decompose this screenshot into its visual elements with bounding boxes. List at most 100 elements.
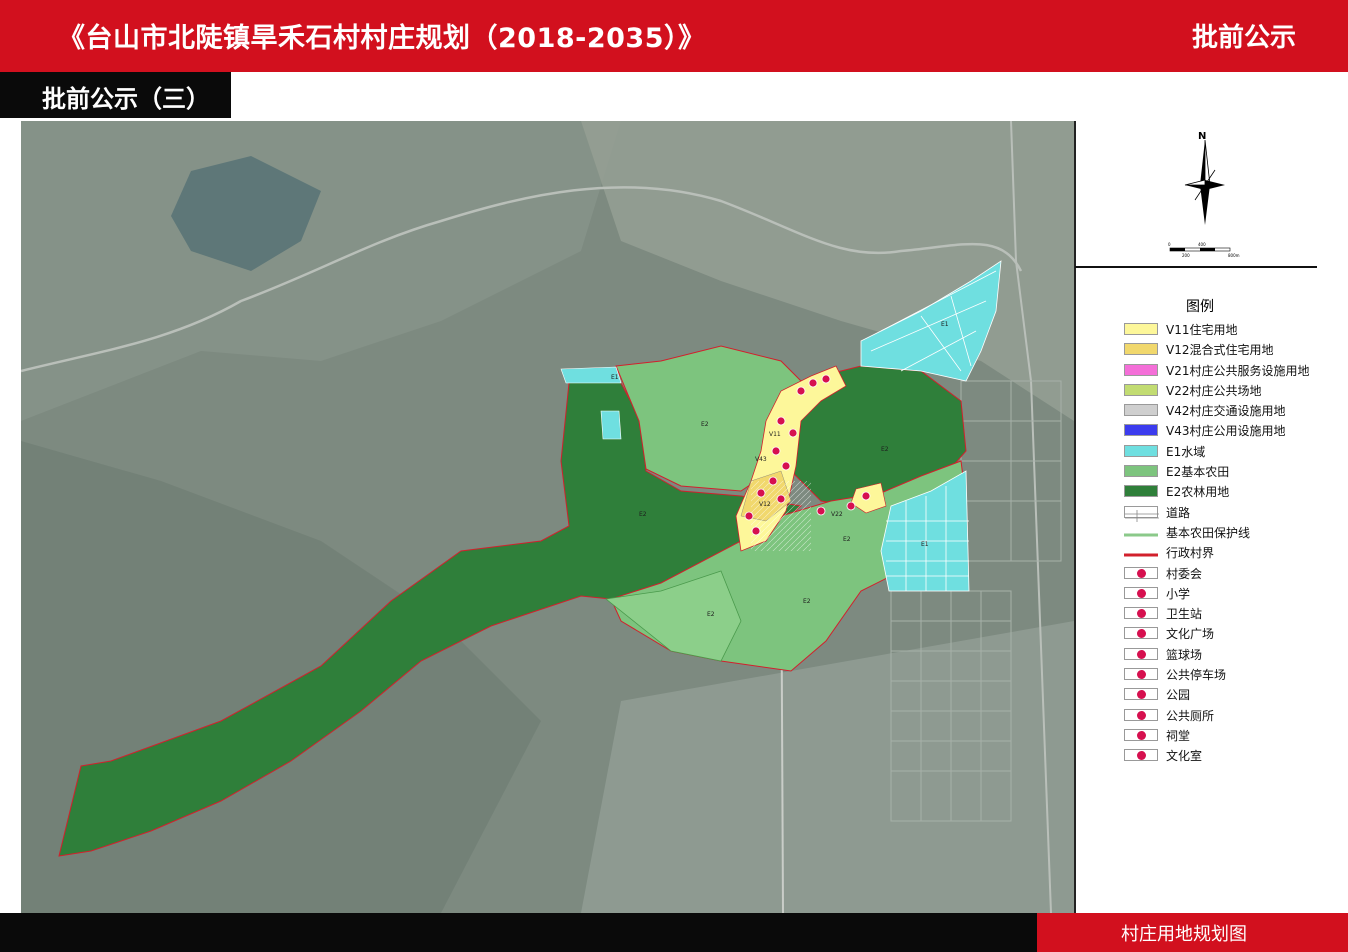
legend-item: 公共厕所 xyxy=(1124,706,1334,726)
map-border xyxy=(1074,121,1076,913)
symbol-swatch xyxy=(1124,566,1158,579)
symbol-swatch xyxy=(1124,708,1158,721)
legend-swatch xyxy=(1124,424,1158,437)
north-arrow-icon xyxy=(1184,139,1225,225)
scale-label: 200 xyxy=(1182,253,1190,258)
legend-label: V21村庄公共服务设施用地 xyxy=(1166,363,1310,378)
legend-item: V42村庄交通设施用地 xyxy=(1124,401,1334,421)
facility-symbol-icon xyxy=(1137,690,1146,700)
legend-title: 图例 xyxy=(1186,299,1214,315)
zone-label: E2 xyxy=(639,511,647,518)
legend-label: 篮球场 xyxy=(1166,647,1203,662)
legend-label: 公共厕所 xyxy=(1166,708,1215,723)
facility-symbol-icon xyxy=(1137,609,1146,619)
footer-title-box: 村庄用地规划图 xyxy=(1037,913,1348,952)
facility-symbol-icon xyxy=(1137,730,1146,740)
facility-symbol-icon xyxy=(1137,568,1146,578)
scale-label: 0 xyxy=(1168,242,1171,247)
legend-item: V43村庄公用设施用地 xyxy=(1124,421,1334,441)
legend-swatch xyxy=(1124,485,1158,498)
legend-item: E1水域 xyxy=(1124,442,1334,462)
legend-item: 公园 xyxy=(1124,685,1334,705)
legend-label: 基本农田保护线 xyxy=(1166,525,1251,540)
zone-label: E2 xyxy=(707,611,715,618)
road-swatch-icon xyxy=(1124,505,1159,522)
legend-label: V42村庄交通设施用地 xyxy=(1166,404,1286,419)
symbol-swatch xyxy=(1124,749,1158,762)
legend-label: E2农林用地 xyxy=(1166,485,1230,500)
legend-divider xyxy=(1075,266,1317,268)
legend-label: 行政村界 xyxy=(1166,546,1215,561)
symbol-swatch xyxy=(1124,607,1158,620)
legend: V11住宅用地 V12混合式住宅用地 V21村庄公共服务设施用地 V22村庄公共场地 V… xyxy=(1124,320,1334,767)
north-label: N xyxy=(1198,131,1207,142)
legend-item: V21村庄公共服务设施用地 xyxy=(1124,361,1334,381)
scale-label: 800m xyxy=(1228,253,1240,258)
legend-item: 篮球场 xyxy=(1124,645,1334,665)
symbol-swatch xyxy=(1124,586,1158,599)
symbol-swatch xyxy=(1124,728,1158,741)
legend-item: 村委会 xyxy=(1124,564,1334,584)
zone-label: E2 xyxy=(803,598,811,605)
zone-label: E2 xyxy=(843,536,851,543)
facility-symbol-icon xyxy=(1137,629,1146,639)
symbol-swatch xyxy=(1124,688,1158,701)
legend-swatch xyxy=(1124,363,1158,376)
legend-item: 卫生站 xyxy=(1124,604,1334,624)
line-swatch-icon xyxy=(1124,546,1158,558)
legend-label: 公共停车场 xyxy=(1166,668,1227,683)
legend-label: 卫生站 xyxy=(1166,607,1203,622)
legend-label: V22村庄公共场地 xyxy=(1166,383,1262,398)
footer-bar xyxy=(0,913,1037,952)
legend-label: E2基本农田 xyxy=(1166,465,1230,480)
legend-item: 祠堂 xyxy=(1124,726,1334,746)
legend-item: 基本农田保护线 xyxy=(1124,523,1334,543)
zone-label: E2 xyxy=(701,421,709,428)
legend-swatch xyxy=(1124,444,1158,457)
legend-swatch xyxy=(1124,465,1158,478)
zone-label: V43 xyxy=(755,456,767,463)
zone-label: V11 xyxy=(769,431,781,438)
symbol-swatch xyxy=(1124,627,1158,640)
legend-label: 文化广场 xyxy=(1166,627,1215,642)
legend-label: 公园 xyxy=(1166,688,1191,703)
scale-label: 400 xyxy=(1198,242,1206,247)
document-title: 《台山市北陡镇旱禾石村村庄规划（2018-2035）》 xyxy=(58,23,706,54)
legend-label: 小学 xyxy=(1166,586,1191,601)
legend-label: 道路 xyxy=(1166,505,1191,520)
legend-label: 祠堂 xyxy=(1166,728,1191,743)
legend-item: E2农林用地 xyxy=(1124,482,1334,502)
status-label: 批前公示 xyxy=(1191,23,1296,53)
legend-swatch xyxy=(1124,343,1158,356)
map-svg: E1 E2 E2 E2 E2 E2 E2 E1 E1 V11 V12 V22 V… xyxy=(21,121,1074,913)
facility-symbol-icon xyxy=(1137,588,1146,598)
facility-symbol-icon xyxy=(1137,649,1146,659)
legend-label: 村委会 xyxy=(1166,566,1203,581)
zone-label: E1 xyxy=(941,321,949,328)
legend-label: V43村庄公用设施用地 xyxy=(1166,424,1286,439)
legend-label: V12混合式住宅用地 xyxy=(1166,343,1274,358)
legend-item: V12混合式住宅用地 xyxy=(1124,340,1334,360)
land-use-map[interactable]: E1 E2 E2 E2 E2 E2 E2 E1 E1 V11 V12 V22 V… xyxy=(21,121,1074,913)
legend-item: 小学 xyxy=(1124,584,1334,604)
facility-symbol-icon xyxy=(1137,751,1146,761)
zone-label: E2 xyxy=(881,446,889,453)
legend-swatch xyxy=(1124,323,1158,335)
facility-symbol-icon xyxy=(1137,670,1146,680)
zone-label: V22 xyxy=(831,511,843,518)
symbol-swatch xyxy=(1124,668,1158,681)
legend-item: V22村庄公共场地 xyxy=(1124,381,1334,401)
legend-item: V11住宅用地 xyxy=(1124,320,1334,340)
section-tab: 批前公示（三） xyxy=(0,72,231,118)
zone-label: V12 xyxy=(759,501,771,508)
scale-bar: 0 400 200 800m xyxy=(1168,242,1240,258)
zone-label: E1 xyxy=(611,374,619,381)
legend-item: 文化广场 xyxy=(1124,624,1334,644)
footer-title: 村庄用地规划图 xyxy=(1121,924,1247,945)
legend-label: 文化室 xyxy=(1166,749,1203,764)
legend-item: 文化室 xyxy=(1124,746,1334,766)
legend-item: 行政村界 xyxy=(1124,543,1334,563)
legend-item: 道路 xyxy=(1124,503,1334,523)
symbol-swatch xyxy=(1124,647,1158,660)
line-swatch-icon xyxy=(1124,526,1158,538)
